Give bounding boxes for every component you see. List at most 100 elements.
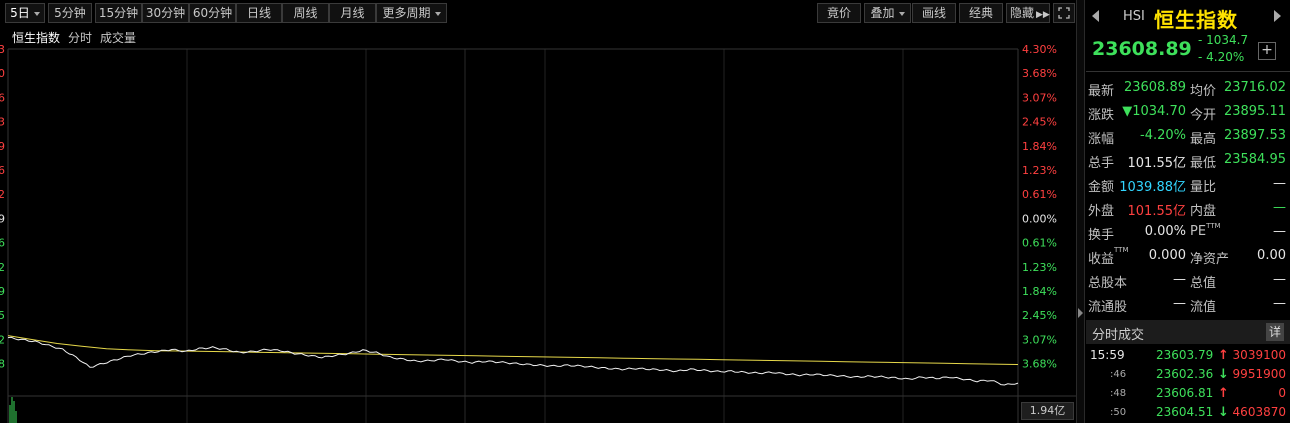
axis-tick-label: 1.23% — [1022, 164, 1057, 177]
quote-label: 涨跌 — [1088, 108, 1115, 123]
axis-tick-label: 3.68% — [1022, 67, 1057, 80]
tick-row: :46 23602.36 ↓ 9951900 — [1086, 365, 1290, 384]
quote-value: 0.00% — [1144, 224, 1186, 239]
quote-row: 最新 23608.89 均价 23716.02 — [1086, 76, 1290, 100]
quote-label: 流值 — [1190, 300, 1217, 315]
ticks-title: 分时成交 — [1092, 328, 1145, 343]
axis-tick-label: 0.61% — [1022, 237, 1057, 250]
tick-time: :50 — [1110, 407, 1127, 418]
price-change-pct: - 4.20% — [1198, 50, 1245, 64]
quote-row: 收益TTM 0.000 净资产 0.00 — [1086, 244, 1290, 268]
ticks-header: 分时成交 详 — [1086, 320, 1290, 344]
panel-header: HSI 恒生指数 — [1086, 0, 1290, 32]
axis-tick-label: 3 — [0, 116, 5, 129]
axis-tick-label: 3.68% — [1022, 358, 1057, 371]
quote-value: 23716.02 — [1223, 80, 1286, 95]
axis-tick-label: 0.61% — [1022, 188, 1057, 201]
quote-row: 涨跌 ▼1034.70 今开 23895.11 — [1086, 100, 1290, 124]
quote-label: 涨幅 — [1088, 132, 1115, 147]
quote-label: PETTM — [1190, 222, 1221, 239]
axis-tick-label: 2.45% — [1022, 309, 1057, 322]
tick-direction-icon: ↑ — [1218, 386, 1229, 401]
quote-value: 23584.95 — [1223, 152, 1286, 167]
axis-tick-label: 3.07% — [1022, 333, 1057, 346]
average-price-line — [7, 335, 1019, 365]
quote-label: 均价 — [1190, 84, 1217, 99]
quote-row: 流通股 — 流值 — — [1086, 292, 1290, 316]
prev-arrow-icon[interactable] — [1092, 10, 1099, 22]
axis-tick-label: 3.07% — [1022, 91, 1057, 104]
quote-value: 23895.11 — [1223, 104, 1286, 119]
volume-readout: 1.94亿 — [1021, 402, 1074, 420]
quote-label: 最新 — [1088, 84, 1115, 99]
price-change: - 1034.7 — [1198, 33, 1249, 47]
axis-tick-label: 1.23% — [1022, 261, 1057, 274]
quote-label: 总股本 — [1088, 276, 1128, 291]
tick-volume: 9951900 — [1232, 367, 1286, 381]
quote-row: 总手 101.55亿 最低 23584.95 — [1086, 148, 1290, 172]
tick-price: 23604.51 — [1156, 405, 1214, 419]
quote-label: 收益TTM — [1088, 246, 1129, 267]
tick-volume: 0 — [1278, 386, 1286, 400]
quote-value: — — [1273, 176, 1286, 191]
axis-tick-label: 1.84% — [1022, 140, 1057, 153]
quote-row: 总股本 — 总值 — — [1086, 268, 1290, 292]
quote-value: — — [1273, 272, 1286, 287]
quote-value: ▼1034.70 — [1122, 104, 1186, 119]
tick-row: 15:59 23603.79 ↑ 3039100 — [1086, 346, 1290, 365]
quote-value: 23897.53 — [1223, 128, 1286, 143]
axis-tick-label: 9 — [0, 212, 5, 225]
tick-price: 23606.81 — [1156, 386, 1214, 400]
next-arrow-icon[interactable] — [1274, 10, 1281, 22]
axis-tick-label: 1.84% — [1022, 285, 1057, 298]
axis-tick-label: 0.00% — [1022, 212, 1057, 225]
quote-value: 23608.89 — [1123, 80, 1186, 95]
quote-value: — — [1173, 296, 1186, 311]
index-code: HSI — [1123, 9, 1145, 24]
quote-row: 外盘 101.55亿 内盘 — — [1086, 196, 1290, 220]
tick-price: 23602.36 — [1156, 367, 1214, 381]
tick-row: :48 23606.81 ↑ 0 — [1086, 384, 1290, 403]
index-name: 恒生指数 — [1154, 8, 1238, 32]
axis-tick-label: 2 — [0, 188, 5, 201]
tick-volume: 4603870 — [1232, 405, 1286, 419]
quote-value: — — [1273, 224, 1286, 239]
axis-tick-label: 2 — [0, 333, 5, 346]
quote-value: 101.55亿 — [1127, 204, 1187, 219]
tick-time: :48 — [1110, 388, 1127, 399]
last-price: 23608.89 — [1092, 38, 1192, 60]
tick-direction-icon: ↑ — [1218, 348, 1229, 363]
quote-label: 今开 — [1190, 108, 1217, 123]
axis-tick-label: 6 — [0, 164, 5, 177]
add-watchlist-button[interactable]: + — [1258, 42, 1276, 60]
axis-tick-label: 0 — [0, 67, 5, 80]
quote-label: 净资产 — [1190, 252, 1230, 267]
divider — [1086, 71, 1290, 72]
axis-tick-label: 2.45% — [1022, 116, 1057, 129]
quote-label: 最高 — [1190, 132, 1217, 147]
axis-tick-label: 9 — [0, 140, 5, 153]
axis-tick-label: 4.30% — [1022, 43, 1057, 56]
quote-value: 0.000 — [1148, 248, 1186, 263]
quote-row: 金额 1039.88亿 量比 — — [1086, 172, 1290, 196]
axis-tick-label: 6 — [0, 237, 5, 250]
ticks-detail-button[interactable]: 详 — [1266, 323, 1284, 341]
axis-tick-label: 9 — [0, 285, 5, 298]
price-line — [7, 336, 1019, 386]
panel-splitter[interactable] — [1076, 0, 1085, 423]
quote-row: 换手 0.00% PETTM — — [1086, 220, 1290, 244]
axis-tick-label: 5 — [0, 309, 5, 322]
quote-label: 流通股 — [1088, 300, 1128, 315]
axis-tick-label: 2 — [0, 261, 5, 274]
quote-label: 外盘 — [1088, 204, 1115, 219]
quote-value: 0.00 — [1257, 248, 1286, 263]
tick-direction-icon: ↓ — [1218, 405, 1229, 420]
axis-tick-label: 6 — [0, 91, 5, 104]
quote-label: 内盘 — [1190, 204, 1217, 219]
intraday-chart[interactable]: 4.30% 3.68% 3.07% 2.45% 1.84% 1.23% 0.61% 0.00%… — [0, 0, 1076, 423]
tick-price: 23603.79 — [1156, 348, 1214, 362]
quote-value: 1039.88亿 — [1119, 180, 1186, 195]
tick-volume: 3039100 — [1232, 348, 1286, 362]
collapse-arrow-icon[interactable] — [1078, 308, 1083, 318]
axis-tick-label: 8 — [0, 358, 5, 371]
